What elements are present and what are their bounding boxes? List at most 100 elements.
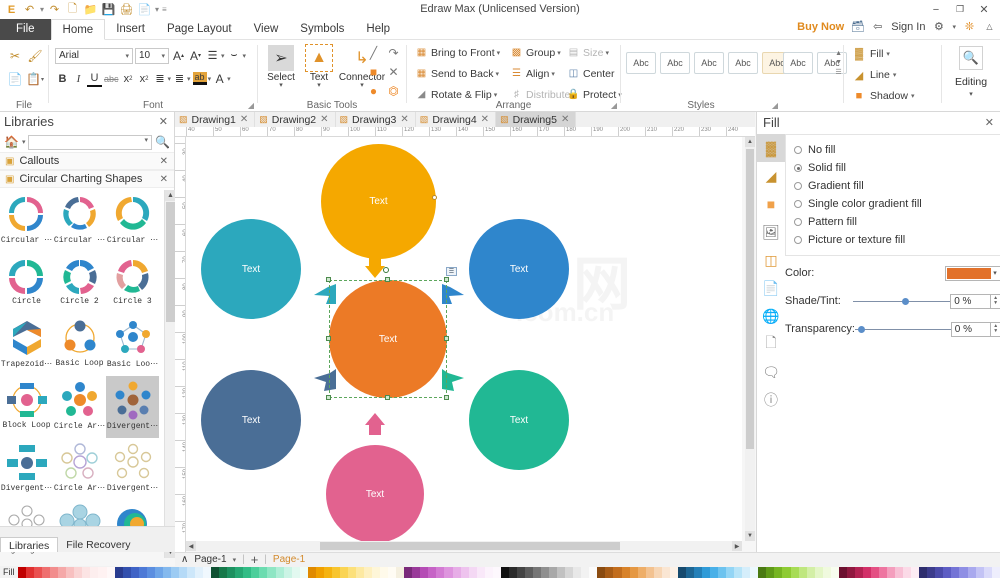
bring-to-front-button[interactable]: ▦ Bring to Front ▾ — [415, 46, 500, 59]
palette-swatch[interactable] — [493, 567, 501, 578]
palette-swatch[interactable] — [823, 567, 831, 578]
close-icon[interactable]: ✕ — [320, 114, 328, 125]
arrange-dialog-launcher[interactable]: ◢ — [611, 101, 617, 110]
palette-swatch[interactable] — [670, 567, 678, 578]
palette-swatch[interactable] — [18, 567, 26, 578]
scroll-down-icon[interactable]: ▼ — [835, 59, 842, 66]
chevron-down-icon[interactable]: ▾ — [221, 52, 225, 60]
search-input[interactable]: ▾ — [28, 135, 152, 150]
fill-button[interactable]: ▓ Fill ▾ — [852, 47, 890, 61]
palette-swatch[interactable] — [139, 567, 147, 578]
palette-swatch[interactable] — [702, 567, 710, 578]
shape-item[interactable]: Trapezoid⋯ — [0, 314, 53, 376]
palette-swatch[interactable] — [911, 567, 919, 578]
fill-option-pattern-fill[interactable]: Pattern fill — [794, 213, 992, 231]
tool-text[interactable]: ▲ Text ▾ — [300, 45, 338, 89]
selection-handle-n[interactable] — [385, 277, 390, 282]
text-align-button[interactable]: ☰ — [205, 47, 220, 64]
collapse-ribbon-icon[interactable]: △ — [983, 20, 996, 33]
palette-swatch[interactable] — [284, 567, 292, 578]
shape-item[interactable]: Circle Ar⋯ — [53, 376, 106, 438]
palette-swatch[interactable] — [871, 567, 879, 578]
chevron-down-icon[interactable]: ▾ — [991, 269, 999, 277]
send-to-back-button[interactable]: ▦ Send to Back ▾ — [415, 67, 499, 80]
palette-swatch[interactable] — [815, 567, 823, 578]
gear-icon[interactable]: ⚙ — [932, 20, 945, 33]
selection-handle-se[interactable] — [444, 395, 449, 400]
node-circle-top-left[interactable]: Text — [201, 219, 301, 319]
shape-item[interactable]: Divergent⋯ — [0, 438, 53, 500]
style-swatch[interactable]: Abc — [783, 52, 813, 74]
palette-swatch[interactable] — [976, 567, 984, 578]
palette-swatch[interactable] — [171, 567, 179, 578]
menu-item-insert[interactable]: Insert — [105, 19, 156, 40]
palette-swatch[interactable] — [549, 567, 557, 578]
palette-swatch[interactable] — [581, 567, 589, 578]
palette-swatch[interactable] — [316, 567, 324, 578]
palette-swatch[interactable] — [235, 567, 243, 578]
menu-item-file[interactable]: File — [0, 19, 51, 40]
arc-text-button[interactable]: ⌣ — [227, 47, 242, 64]
slider-knob[interactable] — [858, 326, 865, 333]
selection-handle-nw[interactable] — [326, 277, 331, 282]
tab-libraries[interactable]: Libraries — [0, 537, 58, 552]
palette-swatch[interactable] — [90, 567, 98, 578]
group-button[interactable]: ▩ Group ▾ — [510, 46, 561, 59]
palette-swatch[interactable] — [734, 567, 742, 578]
palette-swatch[interactable] — [605, 567, 613, 578]
palette-swatch[interactable] — [766, 567, 774, 578]
subscript-button[interactable]: x2 — [121, 70, 136, 87]
palette-swatch[interactable] — [517, 567, 525, 578]
rotation-handle[interactable] — [432, 195, 437, 200]
arc-shape-icon[interactable]: ↷ — [384, 44, 403, 62]
palette-swatch[interactable] — [646, 567, 654, 578]
buy-now-button[interactable]: Buy Now — [797, 21, 844, 33]
tab-drawing2[interactable]: ▧ Drawing2 ✕ — [255, 112, 335, 127]
tab-drawing3[interactable]: ▧ Drawing3 ✕ — [336, 112, 416, 127]
palette-swatch[interactable] — [887, 567, 895, 578]
scrollbar-thumb[interactable] — [166, 202, 175, 322]
close-icon[interactable]: ✕ — [160, 174, 168, 185]
node-circle-bottom-right[interactable]: Text — [469, 370, 569, 470]
line-shape-icon[interactable]: ╱ — [364, 44, 383, 62]
strikethrough-button[interactable]: abc — [103, 70, 120, 87]
close-button[interactable]: ✕ — [972, 1, 996, 18]
scroll-left-icon[interactable]: ◀ — [186, 541, 196, 551]
palette-swatch[interactable] — [541, 567, 549, 578]
palette-swatch[interactable] — [259, 567, 267, 578]
palette-swatch[interactable] — [187, 567, 195, 578]
palette-swatch[interactable] — [66, 567, 74, 578]
palette-swatch[interactable] — [251, 567, 259, 578]
transparency-value[interactable]: 0 % — [951, 322, 992, 337]
palette-swatch[interactable] — [388, 567, 396, 578]
palette-swatch[interactable] — [807, 567, 815, 578]
font-size-select[interactable]: 10 ▾ — [135, 48, 169, 64]
scroll-up-icon[interactable]: ▲ — [745, 137, 755, 147]
restore-button[interactable]: ❐ — [948, 1, 972, 18]
palette-swatch[interactable] — [444, 567, 452, 578]
palette-swatch[interactable] — [863, 567, 871, 578]
palette-swatch[interactable] — [662, 567, 670, 578]
extensions-icon[interactable]: ❊ — [963, 20, 976, 33]
palette-swatch[interactable] — [412, 567, 420, 578]
canvas-horizontal-scrollbar[interactable]: ◀ ▶ — [186, 541, 742, 551]
close-icon[interactable]: ✕ — [985, 116, 994, 129]
palette-swatch[interactable] — [428, 567, 436, 578]
page-tab-page1[interactable]: Page-1 — [273, 554, 305, 565]
palette-swatch[interactable] — [984, 567, 992, 578]
chevron-down-icon[interactable]: ▾ — [187, 75, 191, 83]
chevron-down-icon[interactable]: ▾ — [227, 75, 231, 83]
comment-icon[interactable]: 🗨 — [757, 358, 785, 386]
scrollbar-thumb[interactable] — [320, 542, 620, 550]
palette-swatch[interactable] — [935, 567, 943, 578]
fill-option-gradient-fill[interactable]: Gradient fill — [794, 177, 992, 195]
palette-swatch[interactable] — [227, 567, 235, 578]
palette-swatch[interactable] — [348, 567, 356, 578]
palette-swatch[interactable] — [589, 567, 597, 578]
node-circle-bottom[interactable]: Text — [326, 445, 424, 541]
crop-shape-icon[interactable]: ⏣ — [384, 82, 403, 100]
palette-swatch[interactable] — [404, 567, 412, 578]
font-color-button[interactable]: A — [212, 70, 227, 87]
add-page-button[interactable]: + — [251, 552, 259, 567]
palette-swatch[interactable] — [694, 567, 702, 578]
